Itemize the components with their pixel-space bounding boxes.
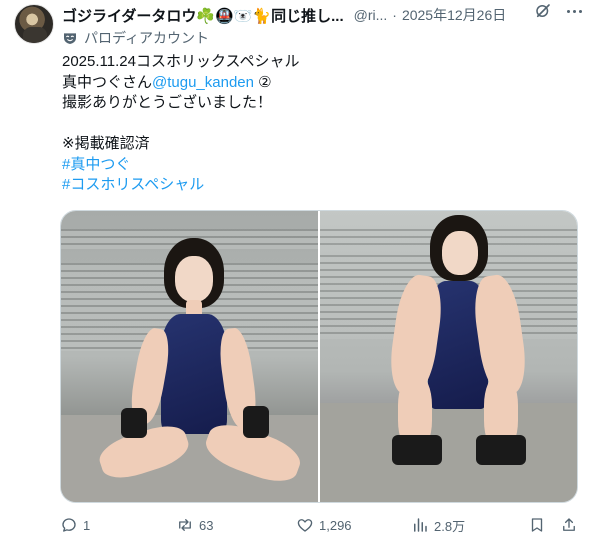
grok-icon[interactable] <box>534 2 552 20</box>
bookmark-button[interactable] <box>528 513 546 537</box>
reply-count: 1 <box>83 517 91 533</box>
repost-icon <box>179 519 191 531</box>
media-grid <box>60 210 578 503</box>
post-text: 2025.11.24コスホリックスペシャル 真中つぐさん@tugu_kanden… <box>62 52 577 196</box>
views-button[interactable]: 2.8万 <box>411 513 465 537</box>
post-date[interactable]: 2025年12月26日 <box>402 5 506 25</box>
mention-link[interactable]: @tugu_kanden <box>152 74 254 91</box>
views-count: 2.8万 <box>434 518 466 534</box>
credit-suffix: ② <box>254 73 272 91</box>
parody-mask-icon <box>64 33 76 44</box>
parody-label-text: パロディアカウント <box>84 30 210 46</box>
photo-cosplayer-knees-up-icon <box>385 215 531 501</box>
photo-cosplayer-sitting[interactable] <box>61 211 318 502</box>
share-icon <box>563 518 575 531</box>
post[interactable]: ゴジライダータロウ☘️🚇🐻‍❄️🐈同じ推し... @ri... · 2025年1… <box>0 0 590 544</box>
reply-icon <box>62 518 76 532</box>
hashtag-link[interactable]: #真中つぐ <box>62 155 577 176</box>
more-icon[interactable] <box>564 2 584 20</box>
repost-count: 63 <box>199 517 214 533</box>
separator-dot: · <box>392 7 397 23</box>
post-line-credit: 真中つぐさん@tugu_kanden ② <box>62 73 577 94</box>
user-handle[interactable]: @ri... <box>354 7 388 23</box>
reply-button[interactable]: 1 <box>60 513 90 537</box>
heart-icon <box>297 519 313 532</box>
post-header: ゴジライダータロウ☘️🚇🐻‍❄️🐈同じ推し... @ri... · 2025年1… <box>62 4 580 26</box>
credit-prefix: 真中つぐさん <box>62 73 153 91</box>
parody-label: パロディアカウント <box>62 28 209 48</box>
avatar[interactable] <box>14 4 54 44</box>
photo-cosplayer-knees-up[interactable] <box>320 211 577 502</box>
bookmark-icon <box>531 518 543 532</box>
like-count: 1,296 <box>319 517 352 533</box>
post-line-event: 2025.11.24コスホリックスペシャル <box>62 53 300 70</box>
repost-button[interactable]: 63 <box>176 513 213 537</box>
action-bar: 1 63 1,296 2.8万 <box>60 513 580 537</box>
photo-cosplayer-sitting-icon <box>95 236 306 502</box>
views-icon <box>414 518 427 532</box>
display-name[interactable]: ゴジライダータロウ☘️🚇🐻‍❄️🐈同じ推し... <box>62 5 344 26</box>
hashtag-link[interactable]: #コスホリスペシャル <box>62 175 577 196</box>
like-button[interactable]: 1,296 <box>296 513 352 537</box>
post-line-thanks: 撮影ありがとうございました！ <box>62 94 273 111</box>
share-button[interactable] <box>560 513 578 537</box>
post-line-note: ※掲載確認済 <box>62 135 150 152</box>
